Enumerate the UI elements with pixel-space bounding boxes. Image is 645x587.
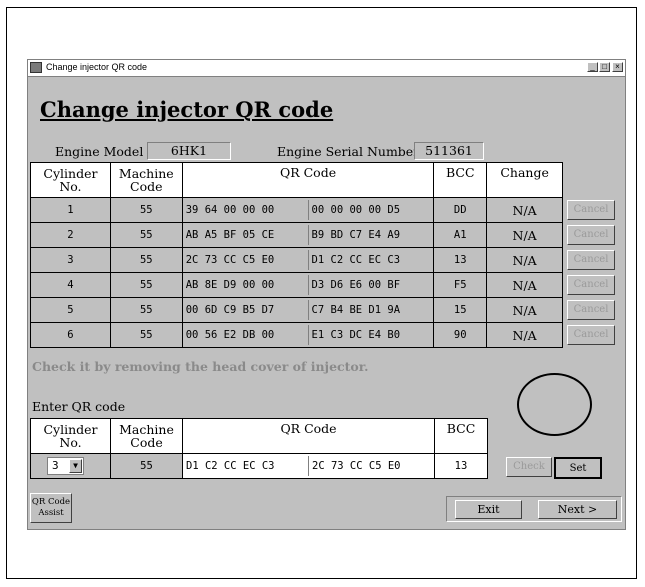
qr-code-cell: 00 6D C9 B5 D7 C7 B4 BE D1 9A [181, 297, 435, 323]
hint-text: Check it by removing the head cover of i… [32, 359, 369, 374]
app-icon [30, 62, 42, 73]
close-button[interactable]: × [612, 62, 623, 72]
app-window: Change injector QR code _ □ × Change inj… [27, 59, 626, 530]
qr-part-1: 2C 73 CC C5 E0 [185, 254, 275, 266]
qr-part-1: 00 56 E2 DB 00 [185, 329, 275, 341]
cancel-button[interactable]: Cancel [567, 250, 616, 270]
cylinder-cell: 4 [30, 272, 111, 298]
change-cell: N/A [486, 247, 564, 273]
qr-code-cell: 39 64 00 00 00 00 00 00 00 D5 [181, 197, 435, 223]
cylinder-cell: 6 [30, 322, 111, 348]
bcc-cell: A1 [433, 222, 488, 248]
entry-header-machine-code: Machine Code [110, 418, 183, 454]
bcc-cell: 13 [433, 247, 488, 273]
set-button[interactable]: Set [554, 457, 602, 479]
machine-code-cell: 55 [109, 297, 183, 323]
qr-part-1: AB A5 BF 05 CE [185, 229, 275, 241]
bcc-cell: 90 [433, 322, 488, 348]
entry-header-qr-code: QR Code [182, 418, 435, 454]
qr-input-part-2[interactable]: 2C 73 CC C5 E0 [308, 456, 434, 476]
cylinder-cell: 3 [30, 247, 111, 273]
qr-input-cell: D1 C2 CC EC C3 2C 73 CC C5 E0 [182, 453, 435, 479]
cylinder-select[interactable]: 3 ▼ [47, 457, 84, 475]
table-row: 6 55 00 56 E2 DB 00 E1 C3 DC E4 B0 90 N/A… [30, 322, 625, 348]
check-button[interactable]: Check [506, 457, 552, 477]
cancel-button[interactable]: Cancel [567, 300, 616, 320]
qr-part-2: D3 D6 E6 00 BF [307, 275, 434, 295]
machine-code-cell: 55 [109, 322, 183, 348]
cancel-button[interactable]: Cancel [567, 325, 616, 345]
change-cell: N/A [486, 297, 564, 323]
engine-serial-label: Engine Serial Number [277, 144, 420, 159]
entry-header-cylinder: Cylinder No. [30, 418, 111, 454]
qr-code-cell: AB A5 BF 05 CE B9 BD C7 E4 A9 [181, 222, 435, 248]
machine-code-cell: 55 [109, 197, 183, 223]
bcc-cell: 15 [433, 297, 488, 323]
machine-code-cell: 55 [109, 247, 183, 273]
qr-part-2: D1 C2 CC EC C3 [307, 250, 434, 270]
cancel-button[interactable]: Cancel [567, 275, 616, 295]
enter-qr-label: Enter QR code [32, 399, 126, 414]
maximize-button[interactable]: □ [599, 62, 610, 72]
highlight-circle [517, 373, 592, 436]
table-row: 4 55 AB 8E D9 00 00 D3 D6 E6 00 BF F5 N/A… [30, 272, 625, 298]
bcc-input[interactable]: 13 [434, 453, 488, 479]
bcc-cell: DD [433, 197, 488, 223]
exit-button[interactable]: Exit [455, 500, 522, 519]
qr-part-2: C7 B4 BE D1 9A [307, 300, 434, 320]
machine-code-cell: 55 [109, 222, 183, 248]
engine-model-value: 6HK1 [147, 142, 231, 160]
title-bar: Change injector QR code _ □ × [28, 60, 625, 77]
qr-part-2: B9 BD C7 E4 A9 [307, 225, 434, 245]
next-button[interactable]: Next > [538, 500, 617, 519]
qr-code-cell: 2C 73 CC C5 E0 D1 C2 CC EC C3 [181, 247, 435, 273]
qr-code-cell: AB 8E D9 00 00 D3 D6 E6 00 BF [181, 272, 435, 298]
qr-part-1: 00 6D C9 B5 D7 [185, 304, 275, 316]
qr-part-1: 39 64 00 00 00 [185, 204, 275, 216]
header-cylinder: Cylinder No. [30, 162, 111, 198]
cylinder-cell: 2 [30, 222, 111, 248]
bcc-cell: F5 [433, 272, 488, 298]
change-cell: N/A [486, 222, 564, 248]
header-change: Change [486, 162, 564, 198]
table-row: 5 55 00 6D C9 B5 D7 C7 B4 BE D1 9A 15 N/A… [30, 297, 625, 323]
entry-machine-code: 55 [110, 453, 183, 479]
injector-table: Cylinder No. Machine Code QR Code BCC Chan… [30, 162, 625, 348]
table-row: 3 55 2C 73 CC C5 E0 D1 C2 CC EC C3 13 N/A… [30, 247, 625, 273]
table-row: 1 55 39 64 00 00 00 00 00 00 00 D5 DD N/A… [30, 197, 625, 223]
qr-code-assist-button[interactable]: QR Code Assist [30, 493, 72, 523]
cylinder-select-cell: 3 ▼ [30, 453, 111, 479]
qr-input-part-1[interactable]: D1 C2 CC EC C3 [183, 456, 308, 476]
change-cell: N/A [486, 272, 564, 298]
cylinder-cell: 5 [30, 297, 111, 323]
cancel-button[interactable]: Cancel [567, 200, 616, 220]
entry-table: Cylinder No. Machine Code QR Code BCC 3 ▼ … [30, 418, 488, 479]
header-bcc: BCC [433, 162, 488, 198]
chevron-down-icon[interactable]: ▼ [69, 459, 82, 473]
cancel-button[interactable]: Cancel [567, 225, 616, 245]
minimize-button[interactable]: _ [587, 62, 598, 72]
header-machine-code: Machine Code [109, 162, 183, 198]
cylinder-select-value: 3 [52, 459, 59, 472]
entry-header-bcc: BCC [434, 418, 488, 454]
qr-code-cell: 00 56 E2 DB 00 E1 C3 DC E4 B0 [181, 322, 435, 348]
qr-part-1: AB 8E D9 00 00 [185, 279, 275, 291]
qr-part-2: E1 C3 DC E4 B0 [307, 325, 434, 345]
machine-code-cell: 55 [109, 272, 183, 298]
qr-part-2: 00 00 00 00 D5 [307, 200, 434, 220]
engine-model-label: Engine Model [55, 144, 144, 159]
change-cell: N/A [486, 322, 564, 348]
table-row: 2 55 AB A5 BF 05 CE B9 BD C7 E4 A9 A1 N/A… [30, 222, 625, 248]
cylinder-cell: 1 [30, 197, 111, 223]
change-cell: N/A [486, 197, 564, 223]
window-title: Change injector QR code [46, 62, 148, 72]
header-qr-code: QR Code [181, 162, 435, 198]
page-title: Change injector QR code [40, 97, 334, 122]
engine-serial-value: 511361 [414, 142, 484, 160]
